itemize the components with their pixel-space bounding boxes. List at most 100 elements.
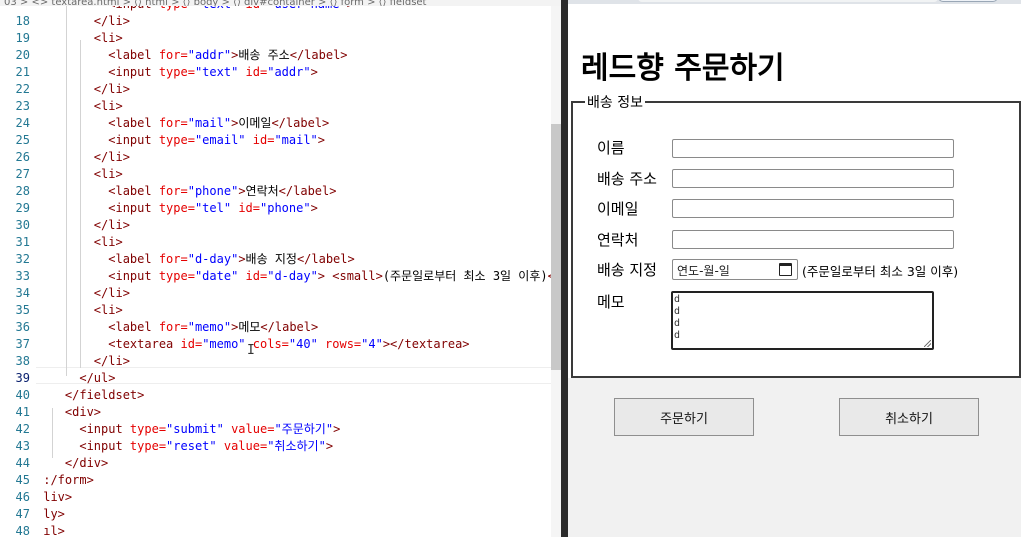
code-token: <input xyxy=(36,422,130,436)
code-editor[interactable]: 03 > <> textarea.html > ⟨⟩ html > ⟨⟩ bod… xyxy=(0,0,561,537)
code-token: </li> xyxy=(36,286,130,300)
code-token: </div> xyxy=(36,456,109,470)
code-line[interactable]: </li> xyxy=(36,217,130,234)
line-number: 19 xyxy=(15,31,30,45)
name-input[interactable] xyxy=(672,139,954,158)
code-token: "4" xyxy=(361,337,383,351)
toolbar-button[interactable] xyxy=(938,0,998,2)
page-title: 레드향 주문하기 xyxy=(581,51,785,86)
code-token: id= xyxy=(245,65,268,79)
code-token: > xyxy=(310,201,318,215)
code-token: </ul> xyxy=(36,371,116,385)
code-token: type= xyxy=(129,439,167,453)
line-number: 31 xyxy=(15,235,30,249)
code-line[interactable]: </li> xyxy=(36,149,130,166)
code-token: </label> xyxy=(260,320,319,334)
delivery-date-input[interactable]: 연도-월-일 xyxy=(672,259,798,280)
code-line[interactable]: ly> xyxy=(36,506,65,523)
date-placeholder: 연도-월-일 xyxy=(677,264,730,278)
code-line[interactable]: </div> xyxy=(36,455,108,472)
code-token: "memo" xyxy=(202,337,253,351)
memo-text-line: d xyxy=(674,294,681,305)
code-token: "text" xyxy=(195,6,246,11)
name-label: 이름 xyxy=(597,139,625,157)
browser-toolbar xyxy=(568,0,1021,4)
code-line[interactable]: :/form> xyxy=(36,472,94,489)
code-token: <label xyxy=(36,184,159,198)
line-number: 28 xyxy=(15,184,30,198)
code-token: > xyxy=(238,252,246,266)
pane-divider[interactable] xyxy=(561,0,568,537)
resize-grip-icon[interactable] xyxy=(924,340,931,347)
submit-button[interactable]: 주문하기 xyxy=(614,398,754,436)
code-area[interactable]: <input type="text" id="user-name"> </li>… xyxy=(36,6,551,537)
code-line[interactable]: <label for="memo">메모</label> xyxy=(36,319,318,336)
memo-label: 메모 xyxy=(597,293,625,311)
code-line[interactable]: <input type="text" id="user-name"> xyxy=(36,6,354,13)
code-token: for= xyxy=(158,252,188,266)
code-token: "주문하기" xyxy=(274,422,334,436)
code-line[interactable]: <input type="reset" value="취소하기"> xyxy=(36,438,333,455)
code-line[interactable]: <label for="d-day">배송 지정</label> xyxy=(36,251,355,268)
code-token: liv> xyxy=(36,490,73,504)
code-line[interactable]: </ul> xyxy=(36,370,115,387)
code-line[interactable]: </li> xyxy=(36,13,130,30)
code-token: ></textarea> xyxy=(382,337,470,351)
memo-textarea[interactable]: d d d d xyxy=(671,291,934,350)
code-token: <label xyxy=(36,48,159,62)
code-line[interactable]: <label for="phone">연락처</label> xyxy=(36,183,336,200)
code-token: ıl> xyxy=(36,524,65,537)
code-token: 이메일 xyxy=(238,116,272,130)
code-line[interactable]: <label for="addr">배송 주소</label> xyxy=(36,47,347,64)
calendar-icon[interactable] xyxy=(779,263,792,276)
line-number: 40 xyxy=(15,388,30,402)
line-number: 41 xyxy=(15,405,30,419)
address-input[interactable] xyxy=(672,169,954,188)
code-line[interactable]: </li> xyxy=(36,285,130,302)
line-number: 45 xyxy=(15,473,30,487)
code-token: "email" xyxy=(194,133,253,147)
line-number: 44 xyxy=(15,456,30,470)
code-line[interactable]: liv> xyxy=(36,489,72,506)
line-number: 46 xyxy=(15,490,30,504)
reset-button[interactable]: 취소하기 xyxy=(839,398,979,436)
code-token: cols= xyxy=(252,337,289,351)
code-token: "memo" xyxy=(187,320,232,334)
editor-scrollbar-thumb[interactable] xyxy=(551,124,561,370)
code-token: <label xyxy=(36,320,159,334)
address-bar[interactable] xyxy=(638,0,938,2)
code-token: for= xyxy=(158,116,188,130)
code-line[interactable]: <input type="tel" id="phone"> xyxy=(36,200,318,217)
code-line[interactable]: <input type="text" id="addr"> xyxy=(36,64,318,81)
code-line[interactable]: </fieldset> xyxy=(36,387,144,404)
indent-guide xyxy=(80,40,81,368)
line-number-gutter: 18 19 20 21 22 23 24 25 26 27 28 29 30 31 32 33 34 35 36 37… xyxy=(0,6,36,537)
delivery-date-label: 배송 지정 xyxy=(597,261,657,279)
line-number: 32 xyxy=(15,252,30,266)
code-token: ly> xyxy=(36,507,65,521)
email-input[interactable] xyxy=(672,199,954,218)
code-token: <textarea xyxy=(36,337,181,351)
code-token: </label> xyxy=(271,116,330,130)
code-line[interactable]: </li> xyxy=(36,81,130,98)
line-number: 33 xyxy=(15,269,30,283)
code-line[interactable]: <div> xyxy=(36,404,101,421)
line-number: 27 xyxy=(15,167,30,181)
code-line[interactable]: </li> xyxy=(36,353,130,370)
code-token: "reset" xyxy=(166,439,224,453)
address-label: 배송 주소 xyxy=(597,170,657,188)
line-number: 34 xyxy=(15,286,30,300)
indent-guide xyxy=(52,408,53,458)
line-number: 23 xyxy=(15,99,30,113)
line-number: 18 xyxy=(15,14,30,28)
code-token: </li> xyxy=(36,218,130,232)
code-line[interactable]: <input type="submit" value="주문하기"> xyxy=(36,421,340,438)
line-number: 43 xyxy=(15,439,30,453)
code-token: "submit" xyxy=(166,422,232,436)
code-token: id= xyxy=(246,6,268,11)
code-token: "phone" xyxy=(260,201,311,215)
code-line[interactable]: ıl> xyxy=(36,523,65,537)
code-line[interactable]: <input type="date" id="d-day"> <small>(주… xyxy=(36,268,551,285)
memo-text-line: d xyxy=(674,330,681,341)
phone-input[interactable] xyxy=(672,230,954,249)
